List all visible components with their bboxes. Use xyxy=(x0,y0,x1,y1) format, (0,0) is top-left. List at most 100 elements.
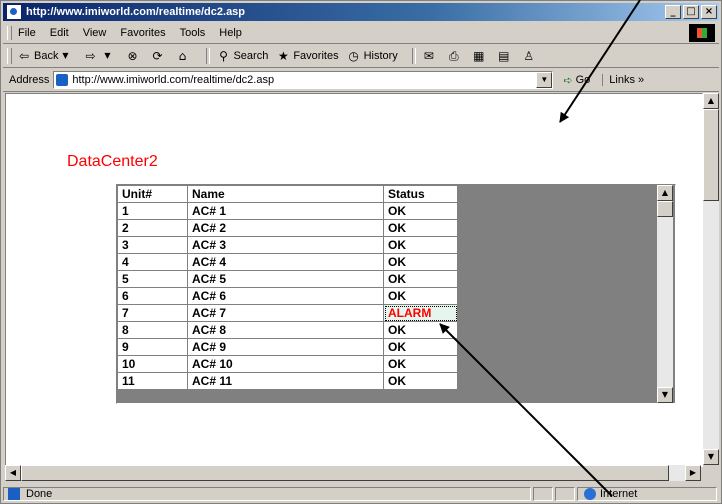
status-cell[interactable]: OK xyxy=(383,287,458,305)
status-grid: Unit# Name Status 1 AC# 1 OK 2 AC# 2 OK 3 AC#… xyxy=(116,184,676,404)
home-button[interactable]: ⌂ xyxy=(175,49,192,63)
mail-icon: ✉ xyxy=(423,49,434,63)
status-cell[interactable]: OK xyxy=(383,253,458,271)
menu-tools[interactable]: Tools xyxy=(180,27,206,39)
name-cell[interactable]: AC# 1 xyxy=(187,202,384,220)
unit-cell[interactable]: 9 xyxy=(117,338,188,356)
address-bar: Address http://www.imiworld.com/realtime… xyxy=(3,69,719,92)
unit-cell[interactable]: 4 xyxy=(117,253,188,271)
table-row[interactable]: 2 AC# 2 OK xyxy=(117,219,458,237)
menu-edit[interactable]: Edit xyxy=(50,27,69,39)
address-input[interactable]: http://www.imiworld.com/realtime/dc2.asp… xyxy=(53,71,554,89)
ie-app-icon[interactable] xyxy=(6,4,22,20)
back-button[interactable]: ⇦ Back ▼ xyxy=(17,49,75,63)
favorites-button[interactable]: ★ Favorites xyxy=(276,49,339,63)
page-scroll-thumb[interactable] xyxy=(703,109,719,201)
unit-cell[interactable]: 10 xyxy=(117,355,188,373)
name-cell[interactable]: AC# 7 xyxy=(187,304,384,322)
page-content: DataCenter2 Unit# Name Status 1 AC# 1 OK 2… xyxy=(5,93,703,467)
forward-button[interactable]: ⇨ ▼ xyxy=(83,49,117,63)
unit-cell[interactable]: 5 xyxy=(117,270,188,288)
name-cell[interactable]: AC# 4 xyxy=(187,253,384,271)
page-horizontal-scrollbar[interactable]: ◀ ▶ xyxy=(5,465,701,481)
toolbar-separator xyxy=(411,48,416,64)
name-cell[interactable]: AC# 10 xyxy=(187,355,384,373)
table-row[interactable]: 4 AC# 4 OK xyxy=(117,253,458,271)
grid-scroll-up-button[interactable]: ▲ xyxy=(657,185,673,201)
table-row[interactable]: 5 AC# 5 OK xyxy=(117,270,458,288)
history-button[interactable]: ◷ History xyxy=(347,49,397,63)
page-vertical-scrollbar[interactable]: ▲ ▼ xyxy=(703,93,719,465)
maximize-button[interactable]: □ xyxy=(683,5,699,19)
name-cell[interactable]: AC# 3 xyxy=(187,236,384,254)
status-cell[interactable]: OK xyxy=(383,236,458,254)
menu-help[interactable]: Help xyxy=(219,27,242,39)
unit-cell[interactable]: 1 xyxy=(117,202,188,220)
name-cell[interactable]: AC# 9 xyxy=(187,338,384,356)
name-cell[interactable]: AC# 2 xyxy=(187,219,384,237)
search-button[interactable]: ⚲ Search xyxy=(216,49,268,63)
edit-button[interactable]: ▦ xyxy=(472,49,489,63)
address-url: http://www.imiworld.com/realtime/dc2.asp xyxy=(72,74,275,86)
status-cell[interactable]: OK xyxy=(383,355,458,373)
menu-view[interactable]: View xyxy=(83,27,107,39)
page-scroll-down-button[interactable]: ▼ xyxy=(703,449,719,465)
table-row[interactable]: 6 AC# 6 OK xyxy=(117,287,458,305)
status-cell[interactable]: OK xyxy=(383,372,458,390)
status-table: Unit# Name Status 1 AC# 1 OK 2 AC# 2 OK 3 AC#… xyxy=(117,185,458,390)
unit-cell[interactable]: 8 xyxy=(117,321,188,339)
print-button[interactable]: ⎙ xyxy=(447,49,464,63)
menu-favorites[interactable]: Favorites xyxy=(120,27,165,39)
column-header-unit[interactable]: Unit# xyxy=(117,185,188,203)
page-scroll-left-button[interactable]: ◀ xyxy=(5,465,21,481)
menu-file[interactable]: File xyxy=(18,27,36,39)
status-cell[interactable]: OK xyxy=(383,219,458,237)
grid-scroll-thumb[interactable] xyxy=(657,201,673,217)
unit-cell[interactable]: 11 xyxy=(117,372,188,390)
go-button[interactable]: ➪ Go xyxy=(563,74,590,87)
name-cell[interactable]: AC# 11 xyxy=(187,372,384,390)
column-header-name[interactable]: Name xyxy=(187,185,384,203)
name-cell[interactable]: AC# 5 xyxy=(187,270,384,288)
status-cell[interactable]: OK xyxy=(383,202,458,220)
status-cell-alarm[interactable]: ALARM xyxy=(383,304,458,322)
column-header-status[interactable]: Status xyxy=(383,185,458,203)
table-row[interactable]: 10 AC# 10 OK xyxy=(117,355,458,373)
status-cell[interactable]: OK xyxy=(383,270,458,288)
page-title: DataCenter2 xyxy=(67,153,158,170)
menubar-grip[interactable] xyxy=(7,26,12,40)
close-button[interactable]: × xyxy=(701,5,717,19)
toolbar-grip[interactable] xyxy=(7,48,12,64)
page-scroll-right-button[interactable]: ▶ xyxy=(685,465,701,481)
chevron-right-icon: » xyxy=(638,74,645,86)
stop-button[interactable]: ⊗ xyxy=(125,49,142,63)
discuss-button[interactable]: ▤ xyxy=(497,49,514,63)
unit-cell[interactable]: 7 xyxy=(117,304,188,322)
table-row[interactable]: 8 AC# 8 OK xyxy=(117,321,458,339)
table-row[interactable]: 11 AC# 11 OK xyxy=(117,372,458,390)
refresh-button[interactable]: ⟳ xyxy=(150,49,167,63)
table-row[interactable]: 1 AC# 1 OK xyxy=(117,202,458,220)
search-label: Search xyxy=(233,50,269,62)
name-cell[interactable]: AC# 6 xyxy=(187,287,384,305)
table-row[interactable]: 9 AC# 9 OK xyxy=(117,338,458,356)
unit-cell[interactable]: 6 xyxy=(117,287,188,305)
table-row[interactable]: 3 AC# 3 OK xyxy=(117,236,458,254)
unit-cell[interactable]: 2 xyxy=(117,219,188,237)
page-scroll-up-button[interactable]: ▲ xyxy=(703,93,719,109)
links-button[interactable]: Links » xyxy=(602,74,644,86)
name-cell[interactable]: AC# 8 xyxy=(187,321,384,339)
page-hscroll-thumb[interactable] xyxy=(21,465,669,481)
status-cell[interactable]: OK xyxy=(383,338,458,356)
status-cell[interactable]: OK xyxy=(383,321,458,339)
mail-button[interactable]: ✉ xyxy=(422,49,439,63)
search-icon: ⚲ xyxy=(219,49,228,63)
minimize-button[interactable]: _ xyxy=(665,5,681,19)
messenger-button[interactable]: ♙ xyxy=(522,49,539,63)
grid-vertical-scrollbar[interactable]: ▲ ▼ xyxy=(657,185,673,403)
grid-scroll-down-button[interactable]: ▼ xyxy=(657,387,673,403)
chevron-down-icon[interactable]: ▼ xyxy=(536,72,553,88)
table-row[interactable]: 7 AC# 7 ALARM xyxy=(117,304,458,322)
standard-toolbar: ⇦ Back ▼ ⇨ ▼ ⊗ ⟳ ⌂ ⚲ Search ★ Favorites … xyxy=(3,45,719,68)
unit-cell[interactable]: 3 xyxy=(117,236,188,254)
